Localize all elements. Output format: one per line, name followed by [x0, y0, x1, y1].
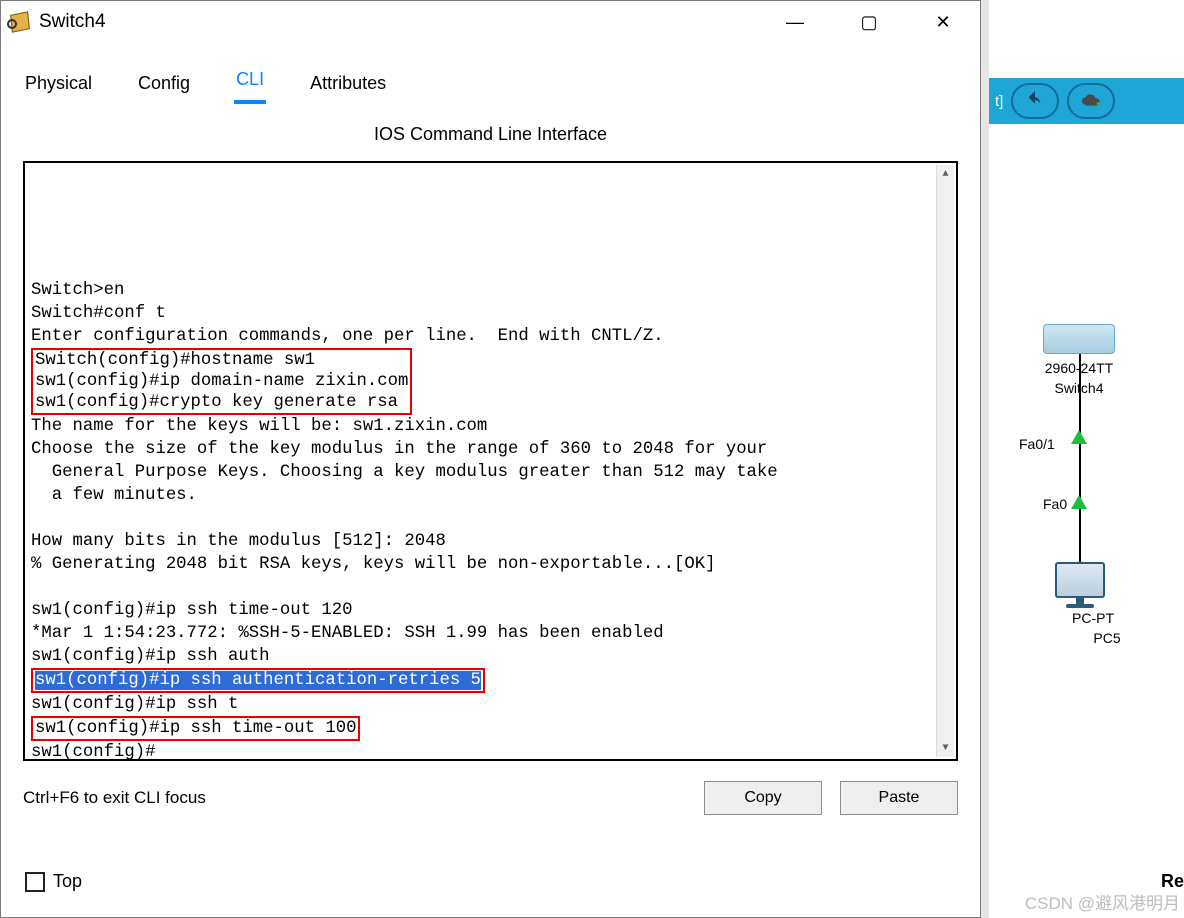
terminal-line: a few minutes.	[31, 484, 936, 507]
port-label-switch: Fa0/1	[1019, 436, 1055, 452]
annotation-selection: sw1(config)#ip ssh authentication-retrie…	[35, 671, 481, 690]
terminal-scrollbar[interactable]: ▲ ▼	[936, 165, 954, 757]
annotation-red-box: sw1(config)#ip ssh authentication-retrie…	[31, 668, 485, 693]
copy-button[interactable]: Copy	[704, 781, 822, 815]
top-checkbox[interactable]	[25, 872, 45, 892]
pc-name-label: PC5	[1047, 630, 1167, 646]
switch-device-icon[interactable]	[1043, 324, 1115, 354]
port-label-pc: Fa0	[1043, 496, 1067, 512]
terminal-line: sw1(config)#ip domain-name zixin.com	[35, 371, 408, 392]
terminal-line: Switch(config)#hostname sw1	[35, 350, 408, 371]
pc-device-icon[interactable]	[1049, 562, 1111, 608]
cli-hint: Ctrl+F6 to exit CLI focus	[23, 788, 206, 808]
undo-icon	[1024, 90, 1046, 112]
cloud-add-button[interactable]	[1067, 83, 1115, 119]
tab-attributes[interactable]: Attributes	[308, 67, 388, 104]
undo-button[interactable]	[1011, 83, 1059, 119]
tab-config[interactable]: Config	[136, 67, 192, 104]
terminal-line	[31, 507, 936, 530]
terminal-line	[31, 576, 936, 599]
topology-area: 2960-24TT Switch4 Fa0/1 Fa0 PC-PT PC5	[1005, 310, 1175, 720]
terminal-line: General Purpose Keys. Choosing a key mod…	[31, 461, 936, 484]
toolbar-text: t]	[995, 93, 1003, 110]
workspace-toolbar: t]	[981, 78, 1184, 124]
pane-title: IOS Command Line Interface	[23, 124, 958, 145]
terminal-line: sw1(config)#	[31, 741, 936, 761]
window-title: Switch4	[39, 11, 106, 33]
maximize-button[interactable]: ▢	[832, 1, 906, 43]
terminal-line: Switch>en	[31, 279, 936, 302]
minimize-button[interactable]: —	[758, 1, 832, 43]
terminal-line: sw1(config)#ip ssh t	[31, 693, 936, 716]
terminal-line: How many bits in the modulus [512]: 2048	[31, 530, 936, 553]
terminal-line: Choose the size of the key modulus in th…	[31, 438, 936, 461]
cli-pane: IOS Command Line Interface Switch>enSwit…	[1, 104, 980, 917]
annotation-red-box: Switch(config)#hostname sw1sw1(config)#i…	[31, 348, 412, 415]
link-status-arrow-bottom	[1071, 495, 1087, 509]
tabs-row: Physical Config CLI Attributes	[1, 43, 980, 104]
terminal-line: sw1(config)#crypto key generate rsa	[35, 392, 408, 413]
link-status-arrow-top	[1071, 430, 1087, 444]
terminal-line: % Generating 2048 bit RSA keys, keys wil…	[31, 553, 936, 576]
tab-cli[interactable]: CLI	[234, 63, 266, 104]
scroll-up-icon[interactable]: ▲	[937, 165, 954, 183]
terminal-line: The name for the keys will be: sw1.zixin…	[31, 415, 936, 438]
watermark-text: CSDN @避风港明月	[1025, 889, 1180, 914]
paste-button[interactable]: Paste	[840, 781, 958, 815]
link-line	[1079, 354, 1081, 564]
terminal-line: *Mar 1 1:54:23.772: %SSH-5-ENABLED: SSH …	[31, 622, 936, 645]
scroll-down-icon[interactable]: ▼	[937, 739, 954, 757]
terminal-line: Switch#conf t	[31, 302, 936, 325]
cli-terminal[interactable]: Switch>enSwitch#conf tEnter configuratio…	[23, 161, 958, 761]
tab-physical[interactable]: Physical	[23, 67, 94, 104]
app-icon	[9, 11, 31, 33]
device-config-window: Switch4 — ▢ ✕ Physical Config CLI Attrib…	[0, 0, 981, 918]
pc-model-label: PC-PT	[1033, 610, 1153, 626]
close-button[interactable]: ✕	[906, 1, 980, 43]
annotation-red-box: sw1(config)#ip ssh time-out 100	[31, 716, 360, 741]
titlebar: Switch4 — ▢ ✕	[1, 1, 980, 43]
terminal-line: sw1(config)#ip ssh auth	[31, 645, 936, 668]
cloud-plus-icon	[1080, 90, 1102, 112]
terminal-line: Enter configuration commands, one per li…	[31, 325, 936, 348]
terminal-line: sw1(config)#ip ssh time-out 120	[31, 599, 936, 622]
top-checkbox-label: Top	[53, 871, 82, 892]
